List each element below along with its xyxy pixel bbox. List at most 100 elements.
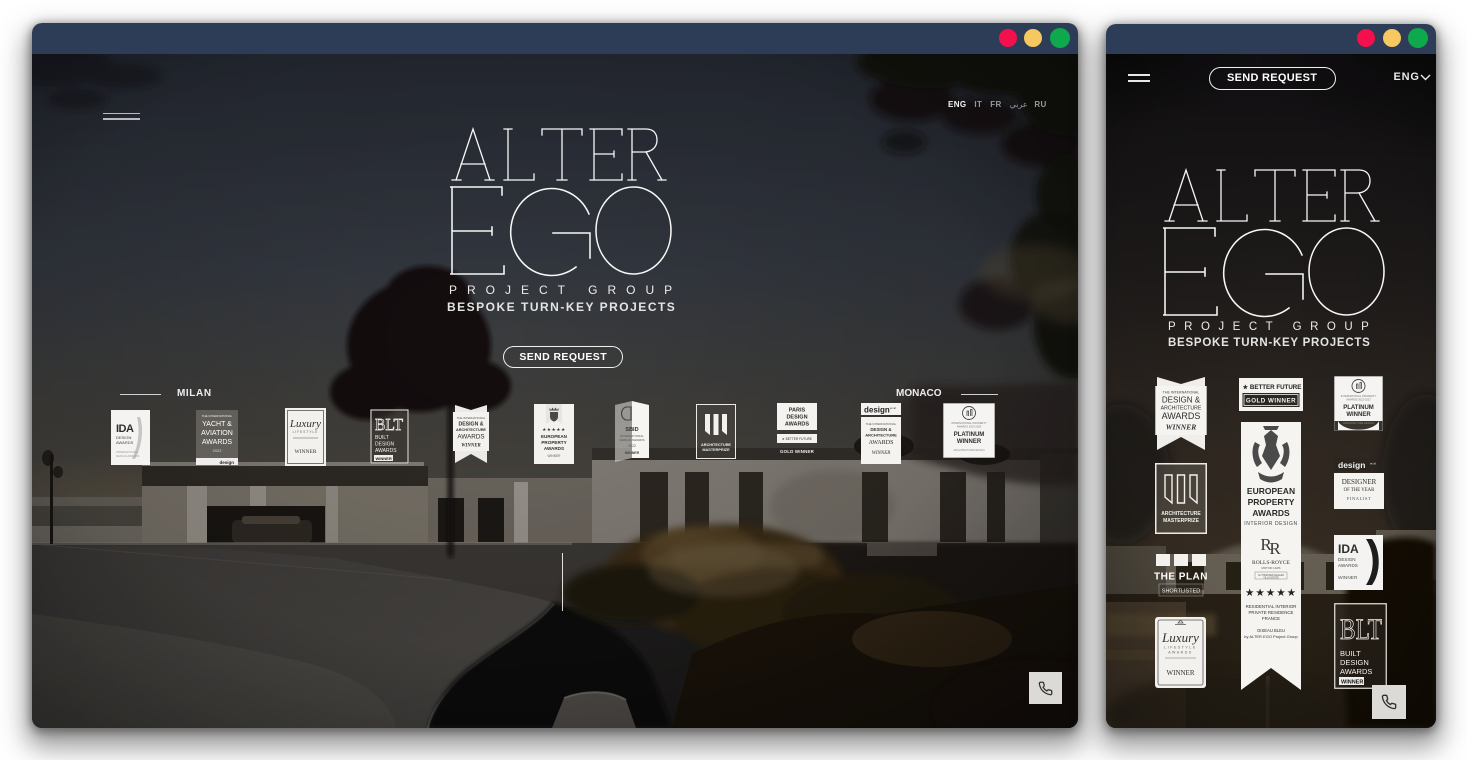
svg-text:LIFESTYLE: LIFESTYLE: [293, 430, 319, 434]
svg-text:AWARDS: AWARDS: [201, 439, 232, 446]
svg-text:THE INTERNATIONAL: THE INTERNATIONAL: [456, 416, 485, 420]
svg-text:THE INTERNATIONAL: THE INTERNATIONAL: [865, 422, 896, 426]
svg-text:2022: 2022: [628, 444, 636, 448]
svg-text:BLT: BLT: [1340, 613, 1382, 646]
svg-text:BUILT: BUILT: [375, 435, 389, 441]
svg-text:AWARDS: AWARDS: [543, 446, 563, 451]
svg-text:DESIGN: DESIGN: [375, 442, 395, 448]
svg-text:THE INTERNATIONAL: THE INTERNATIONAL: [201, 414, 232, 418]
svg-text:ARCHITECTURE: ARCHITECTURE: [456, 428, 486, 432]
svg-text:WINNER: WINNER: [625, 451, 640, 455]
svg-text:OF THE YEAR: OF THE YEAR: [1343, 488, 1374, 493]
svg-text:DESIGN &: DESIGN &: [458, 422, 483, 428]
svg-text:et al: et al: [1370, 462, 1376, 466]
svg-text:WINNER: WINNER: [1346, 412, 1371, 418]
svg-text:WINNER: WINNER: [295, 449, 317, 455]
svg-text:RESIDENTIAL INTERIOR: RESIDENTIAL INTERIOR: [1245, 604, 1296, 609]
svg-text:AWARDS: AWARDS: [1252, 508, 1290, 518]
svg-text:et al: et al: [890, 406, 896, 410]
svg-text:AWARDS: AWARDS: [1168, 650, 1193, 654]
svg-text:AWARDS: AWARDS: [868, 440, 893, 446]
svg-text:SHORTLISTED: SHORTLISTED: [1161, 589, 1199, 595]
svg-text:WINNER: WINNER: [871, 451, 890, 456]
svg-text:GOLD WINNER: GOLD WINNER: [1246, 397, 1296, 404]
svg-text:PARIS: PARIS: [789, 408, 806, 414]
svg-text:AWARDS: AWARDS: [375, 448, 397, 454]
svg-text:BESPOKE TURN-KEY PROJECTS: BESPOKE TURN-KEY PROJECTS: [447, 300, 676, 314]
svg-text:AWARDS: AWARDS: [1338, 563, 1358, 568]
svg-text:YACHT &: YACHT &: [202, 421, 232, 428]
svg-text:ARCHITECTURE DESIGN: ARCHITECTURE DESIGN: [953, 448, 984, 452]
svg-text:AWARDS 2022-2023: AWARDS 2022-2023: [956, 425, 981, 429]
svg-text:THE PLAN: THE PLAN: [1154, 572, 1208, 583]
svg-text:LIFESTYLE: LIFESTYLE: [1164, 645, 1196, 649]
svg-text:OISEAU BLEU: OISEAU BLEU: [1257, 628, 1285, 633]
svg-text:by ALTER EGO Project Group: by ALTER EGO Project Group: [1244, 634, 1298, 639]
svg-text:WINNER: WINNER: [375, 456, 391, 461]
svg-text:DESIGN &: DESIGN &: [1162, 396, 1201, 405]
svg-text:FRANCE: FRANCE: [1261, 616, 1279, 621]
svg-text:DESIGN &: DESIGN &: [870, 427, 892, 432]
svg-text:PRIVATE RESIDENCE: PRIVATE RESIDENCE: [1248, 610, 1293, 615]
svg-text:design: design: [1338, 460, 1365, 470]
svg-text:WINNER: WINNER: [1166, 669, 1194, 677]
svg-text:PLATINUM: PLATINUM: [953, 432, 984, 438]
svg-text:ARCHITECTURE: ARCHITECTURE: [701, 443, 731, 447]
svg-text:PROPERTY: PROPERTY: [1247, 497, 1294, 507]
svg-text:MASTERPRIZE: MASTERPRIZE: [702, 448, 730, 452]
svg-text:PLATINUM: PLATINUM: [1343, 405, 1374, 411]
svg-text:Luxury: Luxury: [1161, 630, 1199, 645]
svg-text:THE INTERNATIONAL: THE INTERNATIONAL: [1163, 391, 1200, 395]
svg-text:design: design: [864, 406, 890, 415]
svg-text:AVIATION: AVIATION: [201, 430, 233, 437]
svg-text:SBID: SBID: [625, 427, 638, 433]
svg-text:DESIGN: DESIGN: [1340, 658, 1369, 667]
svg-text:BESPOKE TURN-KEY PROJECTS: BESPOKE TURN-KEY PROJECTS: [1168, 337, 1371, 349]
svg-text:AWARDS: AWARDS: [785, 422, 809, 428]
svg-text:DESIGN AWARDS: DESIGN AWARDS: [116, 454, 140, 458]
svg-text:WINNER: WINNER: [1166, 423, 1196, 432]
svg-text:AWARDS: AWARDS: [1162, 411, 1201, 421]
svg-text:AWARDS: AWARDS: [1340, 667, 1372, 676]
svg-text:WINNER: WINNER: [461, 444, 481, 449]
svg-text:PROJECT GROUP: PROJECT GROUP: [1168, 321, 1377, 333]
svg-text:INTERNATIONAL PROPERTY: INTERNATIONAL PROPERTY: [951, 421, 987, 425]
svg-text:★ BETTER FUTURE: ★ BETTER FUTURE: [782, 437, 812, 441]
svg-text:★★★★★: ★★★★★: [1244, 587, 1296, 599]
svg-text:EUROPEAN: EUROPEAN: [540, 434, 567, 439]
svg-text:design: design: [219, 460, 234, 465]
svg-text:WINNER: WINNER: [1338, 575, 1358, 581]
svg-text:★ BETTER FUTURE: ★ BETTER FUTURE: [1241, 384, 1301, 391]
svg-text:R: R: [1269, 539, 1281, 558]
svg-text:PROJECT GROUP: PROJECT GROUP: [449, 283, 682, 297]
svg-text:MOTOR CARS: MOTOR CARS: [1261, 566, 1280, 570]
svg-text:WINNER: WINNER: [956, 439, 981, 445]
svg-text:ARCHITECTURE: ARCHITECTURE: [865, 433, 897, 438]
svg-text:DESIGN AWARDS: DESIGN AWARDS: [619, 438, 644, 442]
svg-text:BUILT: BUILT: [1340, 649, 1361, 658]
svg-text:FINALIST: FINALIST: [1346, 496, 1370, 501]
svg-text:WINNER: WINNER: [1341, 679, 1363, 685]
svg-text:WINNER: WINNER: [547, 454, 561, 458]
svg-text:AWARDS: AWARDS: [457, 434, 484, 441]
svg-text:EUROPEAN: EUROPEAN: [1246, 486, 1294, 496]
svg-text:ARCHITECTURE: ARCHITECTURE: [1161, 511, 1201, 517]
svg-text:DESIGN: DESIGN: [1338, 557, 1356, 562]
svg-text:IDA: IDA: [116, 423, 134, 435]
svg-text:IDA: IDA: [1338, 542, 1359, 556]
svg-text:VILLA D'ESTE: VILLA D'ESTE: [1263, 576, 1279, 579]
svg-text:GOLD WINNER: GOLD WINNER: [780, 449, 815, 454]
svg-text:BLT: BLT: [375, 415, 404, 434]
svg-text:★★★★★: ★★★★★: [542, 427, 566, 432]
svg-text:DESIGN: DESIGN: [786, 415, 807, 421]
svg-text:AWARDS 2022-2023: AWARDS 2022-2023: [1346, 398, 1371, 402]
svg-text:ARCHITECTURE DESIGN: ARCHITECTURE DESIGN: [1343, 421, 1374, 425]
svg-text:2022: 2022: [212, 448, 222, 453]
svg-text:DESIGNER: DESIGNER: [1341, 478, 1376, 486]
svg-text:INTERNATIONAL PROPERTY: INTERNATIONAL PROPERTY: [1340, 394, 1376, 398]
svg-text:Luxury: Luxury: [289, 418, 321, 430]
svg-text:MASTERPRIZE: MASTERPRIZE: [1163, 518, 1200, 524]
svg-text:AWARDS: AWARDS: [116, 440, 134, 445]
svg-text:PROPERTY: PROPERTY: [541, 440, 566, 445]
svg-text:INTERIOR DESIGN: INTERIOR DESIGN: [1244, 521, 1297, 527]
